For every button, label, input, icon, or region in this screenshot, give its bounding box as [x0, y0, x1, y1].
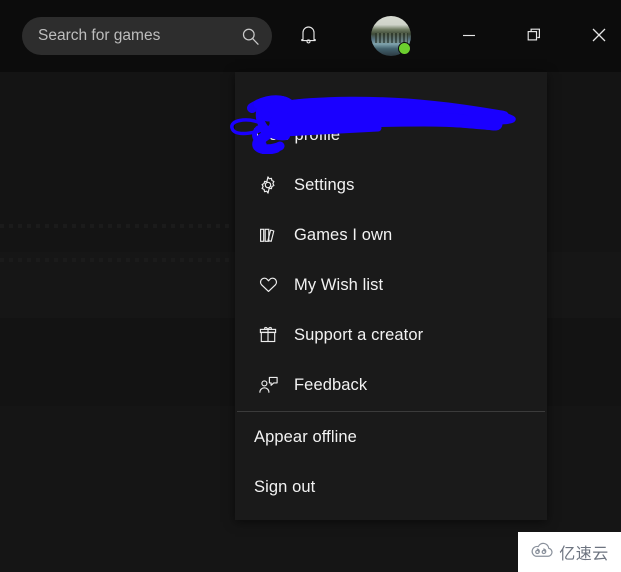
menu-item-label: View profile — [254, 125, 341, 144]
menu-item-label: Sign out — [254, 477, 316, 496]
menu-item-appear-offline[interactable]: Appear offline — [235, 412, 547, 462]
minimize-icon — [461, 27, 477, 46]
notifications-button[interactable] — [289, 17, 327, 55]
watermark: 亿速云 — [518, 532, 621, 572]
menu-item-games-i-own[interactable]: Games I own — [235, 210, 547, 260]
watermark-text: 亿速云 — [559, 544, 609, 563]
menu-item-label: My Wish list — [294, 275, 384, 294]
close-window-button[interactable] — [580, 17, 618, 55]
menu-item-settings[interactable]: Settings — [235, 160, 547, 210]
gift-icon — [253, 325, 283, 345]
menu-item-label: Appear offline — [254, 427, 357, 446]
search-icon[interactable] — [238, 24, 262, 48]
account-dropdown-menu: View profile Settings Games I own My Wis… — [235, 72, 547, 520]
menu-item-label: Games I own — [294, 225, 393, 244]
menu-item-label: Support a creator — [294, 325, 424, 344]
search-box[interactable] — [22, 17, 272, 55]
account-avatar-button[interactable] — [371, 16, 411, 56]
feedback-icon — [253, 375, 283, 395]
online-status-indicator — [398, 42, 411, 55]
heart-icon — [253, 275, 283, 295]
menu-item-sign-out[interactable]: Sign out — [235, 462, 547, 512]
cloud-logo-icon — [530, 541, 554, 564]
books-icon — [253, 225, 283, 245]
minimize-button[interactable] — [450, 17, 488, 55]
search-input[interactable] — [38, 27, 238, 45]
menu-item-view-profile[interactable]: View profile — [235, 110, 547, 160]
title-bar — [0, 0, 621, 72]
menu-item-my-wish-list[interactable]: My Wish list — [235, 260, 547, 310]
restore-window-button[interactable] — [515, 17, 553, 55]
bell-icon — [299, 24, 318, 48]
menu-item-label: Feedback — [294, 375, 368, 394]
menu-item-feedback[interactable]: Feedback — [235, 360, 547, 410]
gear-icon — [253, 175, 283, 195]
background-texture — [0, 258, 230, 262]
menu-item-label: Settings — [294, 175, 355, 194]
close-icon — [590, 26, 608, 47]
menu-item-support-a-creator[interactable]: Support a creator — [235, 310, 547, 360]
background-texture — [0, 224, 230, 228]
restore-icon — [526, 27, 542, 46]
